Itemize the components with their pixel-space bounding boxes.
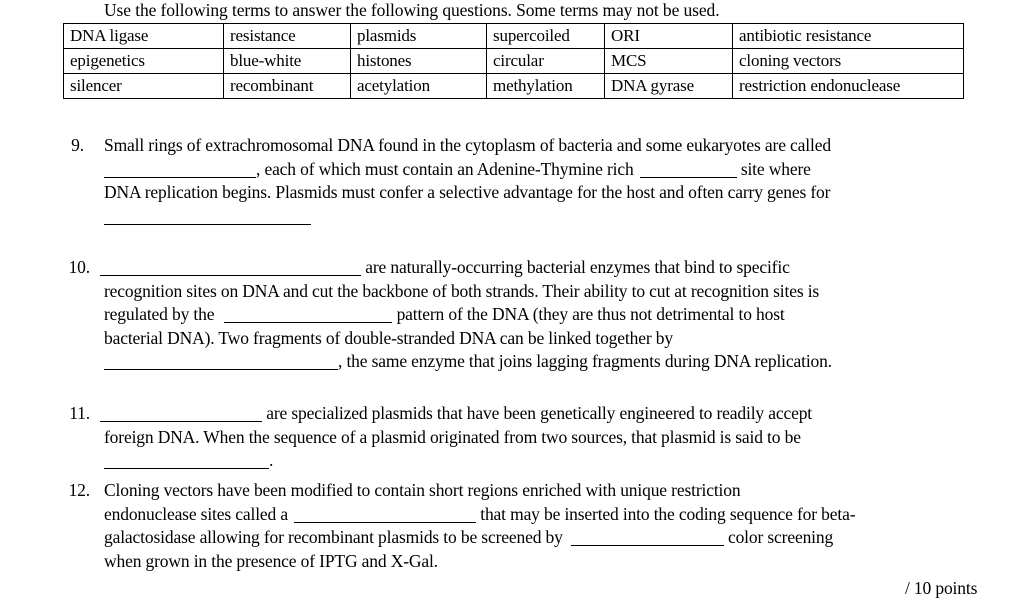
table-row: epigenetics blue-white histones circular… — [63, 48, 964, 74]
question-10-line-1: are naturally-occurring bacterial enzyme… — [100, 256, 950, 280]
word-bank-cell: resistance — [223, 23, 351, 49]
word-bank-cell: supercoiled — [486, 23, 605, 49]
question-9-line-3: DNA replication begins. Plasmids must co… — [104, 181, 954, 205]
question-12-body: Cloning vectors have been modified to co… — [100, 479, 950, 573]
question-11-line-2: foreign DNA. When the sequence of a plas… — [104, 426, 950, 450]
answer-blank-q11-1[interactable] — [100, 406, 262, 422]
word-bank-cell: ORI — [604, 23, 733, 49]
word-bank-cell: epigenetics — [63, 48, 224, 74]
question-12-line-3: galactosidase allowing for recombinant p… — [104, 526, 950, 550]
answer-blank-q11-2[interactable] — [104, 453, 269, 470]
question-12-line-2: endonuclease sites called a that may be … — [104, 503, 950, 527]
question-12-text-2: endonuclease sites called a — [104, 503, 288, 524]
word-bank-cell: methylation — [486, 73, 605, 99]
word-bank-cell: restriction endonuclease — [732, 73, 964, 99]
answer-blank-q10-1[interactable] — [100, 260, 361, 276]
question-10-text-2: recognition sites on DNA and cut the bac… — [104, 280, 820, 301]
question-12-text-4: galactosidase allowing for recombinant p… — [104, 527, 563, 548]
question-12-text-5: color screening — [727, 527, 834, 548]
question-12-number: 12. — [68, 480, 91, 500]
question-9-number: 9. — [71, 135, 84, 155]
question-12-text-1: Cloning vectors have been modified to co… — [104, 480, 741, 500]
instructions-text: Use the following terms to answer the fo… — [104, 0, 720, 20]
question-10-text-5: bacterial DNA). Two fragments of double-… — [104, 327, 673, 348]
word-bank-cell: acetylation — [350, 73, 487, 99]
worksheet-page: Use the following terms to answer the fo… — [0, 0, 1024, 598]
question-11-text-3: . — [269, 450, 274, 471]
question-9-line-4 — [104, 205, 954, 229]
answer-blank-q9-2[interactable] — [639, 162, 737, 178]
question-9-text-3: site where — [740, 158, 811, 179]
answer-blank-q9-3[interactable] — [104, 209, 311, 225]
question-10-number: 10. — [68, 257, 91, 277]
question-9-line-1: Small rings of extrachromosomal DNA foun… — [104, 134, 954, 158]
word-bank-cell: antibiotic resistance — [732, 23, 964, 49]
question-9-body: Small rings of extrachromosomal DNA foun… — [104, 134, 954, 228]
question-11-body: are specialized plasmids that have been … — [100, 402, 950, 473]
question-9-text-1: Small rings of extrachromosomal DNA foun… — [104, 135, 831, 155]
word-bank-cell: histones — [350, 48, 487, 74]
question-10-line-5: , the same enzyme that joins lagging fra… — [104, 350, 950, 374]
question-10-text-6: , the same enzyme that joins lagging fra… — [338, 351, 832, 372]
question-11-number: 11. — [69, 403, 90, 423]
word-bank-cell: cloning vectors — [732, 48, 964, 74]
answer-blank-q12-2[interactable] — [570, 530, 724, 547]
answer-blank-q12-1[interactable] — [294, 507, 476, 523]
answer-blank-q10-3[interactable] — [104, 354, 338, 371]
question-10-line-4: bacterial DNA). Two fragments of double-… — [104, 327, 950, 351]
word-bank-cell: DNA gyrase — [604, 73, 733, 99]
question-10-line-3: regulated by the pattern of the DNA (the… — [104, 303, 950, 327]
question-11-line-3: . — [104, 449, 950, 473]
answer-blank-q9-1[interactable] — [104, 162, 256, 178]
question-9-text-2: , each of which must contain an Adenine-… — [256, 158, 634, 179]
table-row: DNA ligase resistance plasmids supercoil… — [63, 23, 964, 49]
word-bank-cell: plasmids — [350, 23, 487, 49]
question-10-body: are naturally-occurring bacterial enzyme… — [100, 256, 950, 374]
question-10-line-2: recognition sites on DNA and cut the bac… — [104, 280, 950, 304]
answer-blank-q10-2[interactable] — [224, 307, 393, 324]
word-bank-cell: recombinant — [223, 73, 351, 99]
word-bank-table: DNA ligase resistance plasmids supercoil… — [63, 23, 964, 99]
word-bank-cell: circular — [486, 48, 605, 74]
question-11-text-1: are specialized plasmids that have been … — [266, 403, 813, 423]
question-12-line-1: Cloning vectors have been modified to co… — [104, 479, 950, 503]
question-12-text-3: that may be inserted into the coding seq… — [480, 503, 856, 524]
points-footer: / 10 points — [905, 578, 978, 598]
word-bank-cell: MCS — [604, 48, 733, 74]
word-bank-cell: silencer — [63, 73, 224, 99]
word-bank-cell: DNA ligase — [63, 23, 224, 49]
question-10-text-1: are naturally-occurring bacterial enzyme… — [365, 257, 790, 277]
question-11-line-1: are specialized plasmids that have been … — [100, 402, 950, 426]
question-11-text-2: foreign DNA. When the sequence of a plas… — [104, 426, 801, 447]
question-9-text-4: DNA replication begins. Plasmids must co… — [104, 182, 831, 203]
question-12-text-6: when grown in the presence of IPTG and X… — [104, 550, 438, 571]
table-row: silencer recombinant acetylation methyla… — [63, 73, 964, 99]
question-9-line-2: , each of which must contain an Adenine-… — [104, 158, 954, 182]
question-10-text-4: pattern of the DNA (they are thus not de… — [396, 304, 785, 325]
question-10-text-3: regulated by the — [104, 304, 215, 325]
word-bank-cell: blue-white — [223, 48, 351, 74]
question-12-line-4: when grown in the presence of IPTG and X… — [104, 550, 950, 574]
